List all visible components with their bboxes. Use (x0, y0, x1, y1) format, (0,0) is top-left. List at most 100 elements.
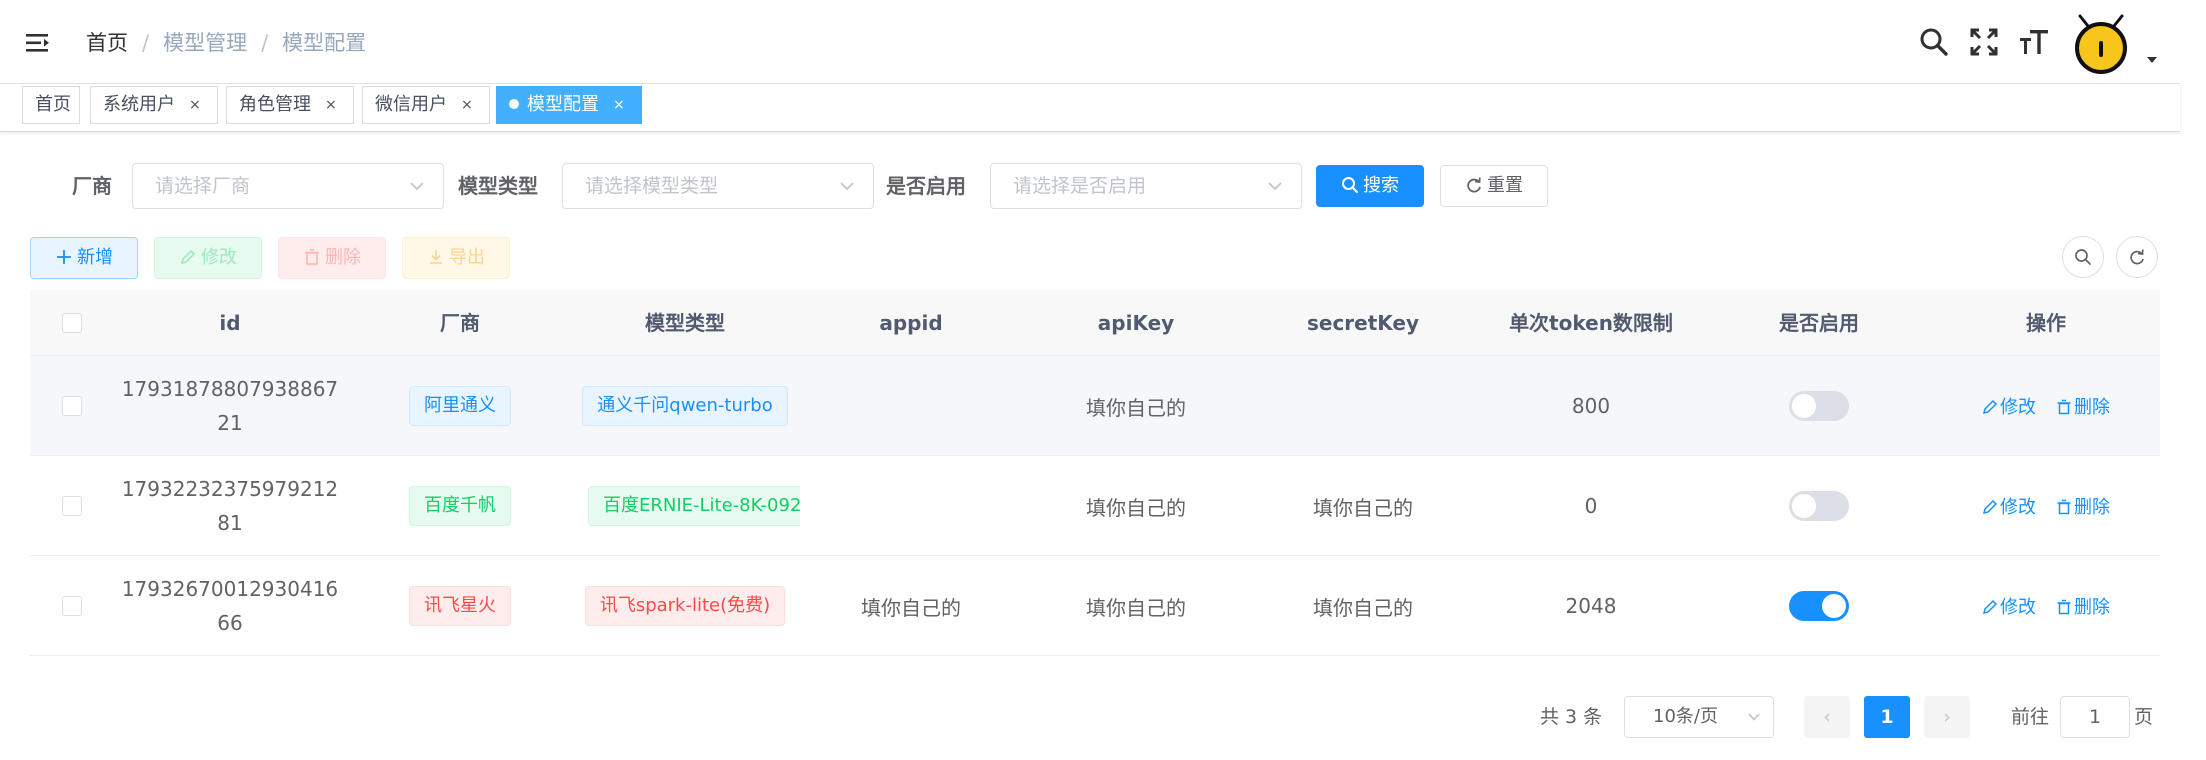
row-checkbox[interactable] (62, 396, 82, 416)
page-size-select[interactable]: 10条/页 (1624, 696, 1774, 738)
edit-button-label: 修改 (201, 247, 237, 268)
close-icon[interactable]: × (461, 87, 473, 123)
navbar: 首页 / 模型管理 / 模型配置 (0, 0, 2180, 84)
refresh-icon (2130, 249, 2144, 265)
chevron-down-icon (1748, 713, 1760, 721)
tag-wechat-users[interactable]: 微信用户 × (362, 86, 490, 124)
pagination-total: 共 3 条 (1540, 706, 1603, 728)
row-edit-link[interactable]: 修改 (1982, 393, 2036, 419)
close-icon[interactable]: × (325, 87, 337, 123)
toggle-search-button[interactable] (2062, 236, 2104, 278)
breadcrumb: 首页 / 模型管理 / 模型配置 (86, 31, 367, 55)
chevron-down-icon[interactable] (2145, 50, 2159, 63)
cell-token-limit: 2048 (1565, 594, 1617, 618)
cell-appid (800, 356, 1022, 456)
cell-id: 1793187880793886721 (121, 377, 339, 435)
search-icon (2075, 249, 2091, 265)
select-all-checkbox[interactable] (62, 313, 82, 333)
close-icon[interactable]: × (189, 87, 201, 123)
delete-button-label: 删除 (325, 247, 361, 268)
enabled-switch[interactable] (1789, 491, 1849, 521)
cell-secretkey: 填你自己的 (1313, 495, 1413, 520)
cell-token-limit: 800 (1571, 394, 1611, 418)
export-button[interactable]: 导出 (402, 237, 510, 279)
download-icon (430, 250, 442, 264)
page-size-value: 10条/页 (1653, 706, 1718, 727)
trash-icon (2057, 499, 2071, 515)
hamburger-icon[interactable] (24, 28, 54, 58)
cell-id: 1793267001293041666 (121, 577, 339, 635)
prev-page-button[interactable]: ‹ (1804, 696, 1850, 738)
vendor-select[interactable]: 请选择厂商 (132, 163, 444, 209)
row-delete-link[interactable]: 删除 (2056, 493, 2110, 519)
chevron-down-icon (840, 182, 854, 191)
tag-role-management[interactable]: 角色管理 × (226, 86, 354, 124)
enabled-switch[interactable] (1789, 391, 1849, 421)
enabled-select[interactable]: 请选择是否启用 (990, 163, 1302, 209)
next-page-button[interactable]: › (1924, 696, 1970, 738)
cell-token-limit: 0 (1584, 494, 1598, 518)
avatar[interactable] (2070, 14, 2132, 74)
row-checkbox[interactable] (62, 596, 82, 616)
cell-secretkey: 填你自己的 (1313, 595, 1413, 620)
search-button[interactable]: 搜索 (1316, 165, 1424, 207)
model-type-label: 模型类型 (458, 174, 538, 198)
model-type-tag: 百度ERNIE-Lite-8K-0922 (588, 486, 800, 526)
edit-icon (180, 249, 196, 265)
vendor-tag: 百度千帆 (409, 486, 511, 526)
trash-icon (2057, 599, 2071, 615)
plus-icon (57, 250, 71, 264)
enabled-select-placeholder: 请选择是否启用 (1013, 175, 1147, 197)
row-delete-label: 删除 (2074, 597, 2110, 618)
cell-appid: 填你自己的 (861, 595, 961, 620)
font-size-icon[interactable] (2018, 26, 2050, 58)
refresh-table-button[interactable] (2116, 236, 2158, 278)
column-header-actions: 操作 (2026, 311, 2066, 335)
cell-apikey: 填你自己的 (1086, 495, 1186, 520)
delete-button[interactable]: 删除 (278, 237, 386, 279)
trash-icon (2057, 399, 2071, 415)
reset-button[interactable]: 重置 (1440, 165, 1548, 207)
row-edit-link[interactable]: 修改 (1982, 493, 2036, 519)
column-header-secretkey: secretKey (1306, 311, 1420, 335)
vendor-select-placeholder: 请选择厂商 (155, 175, 251, 197)
refresh-icon (1467, 177, 1481, 193)
export-button-label: 导出 (449, 247, 485, 268)
table-row: 1793223237597921281 百度千帆 百度ERNIE-Lite-8K… (30, 456, 2160, 556)
breadcrumb-home[interactable]: 首页 (86, 31, 128, 55)
active-dot-icon (509, 99, 519, 109)
model-type-tag: 讯飞spark-lite(免费) (584, 586, 786, 626)
edit-button[interactable]: 修改 (154, 237, 262, 279)
row-delete-link[interactable]: 删除 (2056, 593, 2110, 619)
column-header-enabled: 是否启用 (1779, 311, 1859, 335)
enabled-switch[interactable] (1789, 591, 1849, 621)
table-header: id 厂商 模型类型 appid apiKey secretKey 单次toke… (30, 290, 2160, 356)
tag-label: 模型配置 (527, 94, 599, 115)
add-button[interactable]: 新增 (30, 237, 138, 279)
tag-label: 角色管理 (239, 94, 311, 115)
goto-label: 前往 (2011, 706, 2050, 728)
fullscreen-icon[interactable] (1968, 26, 2000, 58)
column-header-token-limit: 单次token数限制 (1509, 311, 1673, 335)
table-row: 1793267001293041666 讯飞星火 讯飞spark-lite(免费… (30, 556, 2160, 656)
search-icon (1342, 177, 1358, 193)
page-number-button[interactable]: 1 (1864, 696, 1910, 738)
row-checkbox[interactable] (62, 496, 82, 516)
row-edit-link[interactable]: 修改 (1982, 593, 2036, 619)
goto-page-input[interactable] (2060, 696, 2130, 738)
search-icon[interactable] (1918, 26, 1950, 58)
chevron-down-icon (1268, 182, 1282, 191)
row-delete-link[interactable]: 删除 (2056, 393, 2110, 419)
search-button-label: 搜索 (1363, 175, 1399, 196)
tag-home[interactable]: 首页 (22, 86, 80, 124)
cell-secretkey (1250, 356, 1476, 456)
tag-model-config[interactable]: 模型配置 × (496, 86, 642, 124)
tag-label: 系统用户 (103, 94, 175, 115)
reset-button-label: 重置 (1487, 175, 1523, 196)
model-type-select[interactable]: 请选择模型类型 (562, 163, 874, 209)
close-icon[interactable]: × (613, 87, 625, 123)
column-header-model-type: 模型类型 (645, 311, 725, 335)
vendor-label: 厂商 (72, 174, 112, 198)
row-edit-label: 修改 (2000, 597, 2036, 618)
tag-system-users[interactable]: 系统用户 × (90, 86, 218, 124)
